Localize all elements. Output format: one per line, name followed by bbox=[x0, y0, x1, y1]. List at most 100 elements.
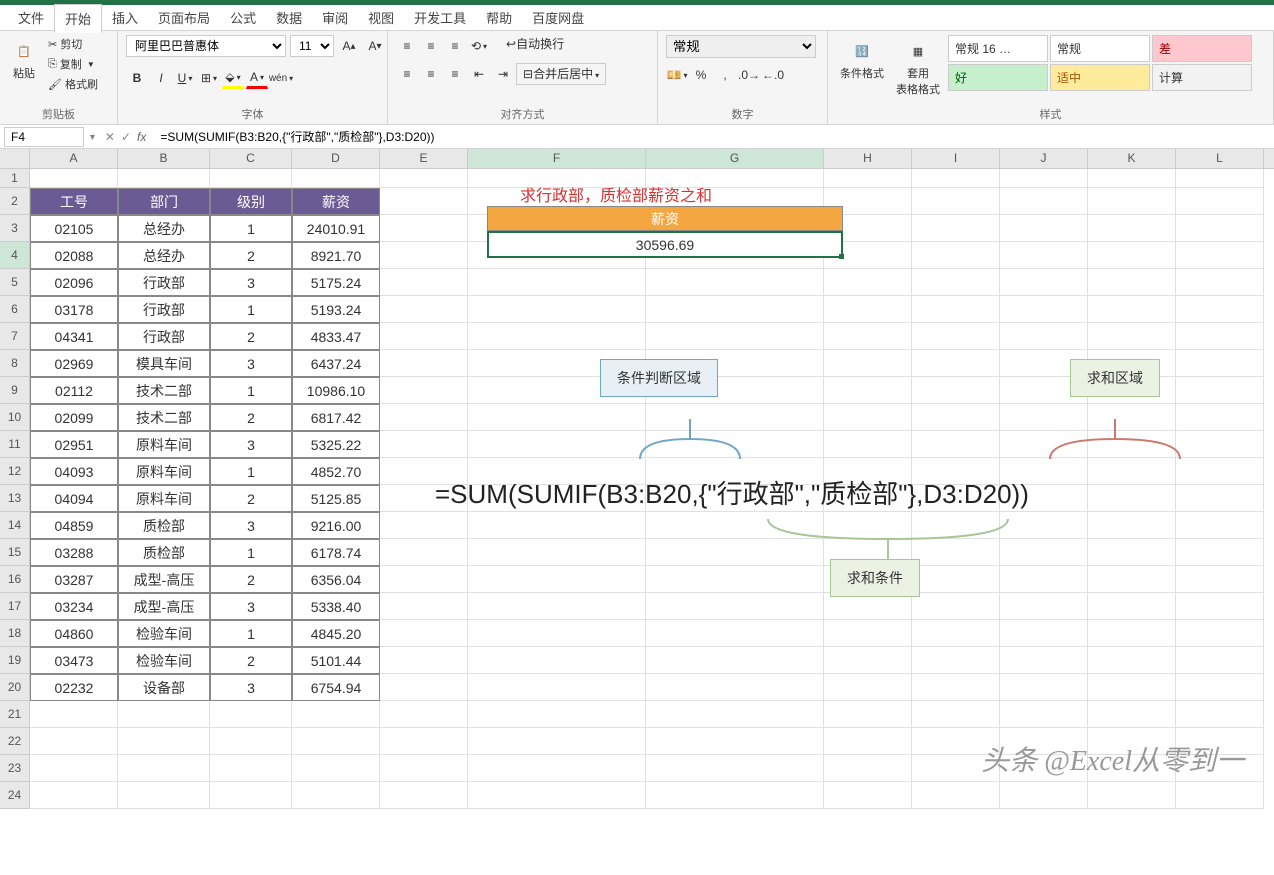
wrap-text-button[interactable]: ↩自动换行 bbox=[506, 35, 564, 57]
number-format-select[interactable]: 常规 bbox=[666, 35, 816, 58]
font-color-button[interactable]: A▾ bbox=[246, 67, 268, 89]
copy-button[interactable]: ⎘复制▼ bbox=[44, 55, 102, 73]
name-box[interactable] bbox=[4, 127, 84, 147]
comma-button[interactable]: , bbox=[714, 64, 736, 86]
conditional-format-button[interactable]: 🔢条件格式 bbox=[836, 35, 888, 85]
font-size-select[interactable]: 11 bbox=[290, 35, 334, 57]
col-G[interactable]: G bbox=[646, 149, 824, 168]
menu-file[interactable]: 文件 bbox=[8, 4, 54, 31]
menubar: 文件 开始 插入 页面布局 公式 数据 审阅 视图 开发工具 帮助 百度网盘 bbox=[0, 5, 1274, 31]
watermark: 头条 @Excel从零到一 bbox=[981, 739, 1244, 779]
style-normal[interactable]: 常规 bbox=[1050, 35, 1150, 62]
increase-font-button[interactable]: A▴ bbox=[338, 35, 360, 57]
wrap-icon: ↩ bbox=[506, 37, 516, 51]
summary-header: 薪资 bbox=[487, 206, 843, 231]
menu-help[interactable]: 帮助 bbox=[476, 4, 522, 31]
font-label: 字体 bbox=[126, 104, 379, 122]
orientation-button[interactable]: ⟲▾ bbox=[468, 35, 490, 57]
style-good[interactable]: 好 bbox=[948, 64, 1048, 91]
align-label: 对齐方式 bbox=[396, 104, 649, 122]
ribbon: 📋 粘贴 ✂剪切 ⎘复制▼ 🖌格式刷 剪贴板 阿里巴巴普惠体 11 A▴ A▾ … bbox=[0, 31, 1274, 125]
menu-data[interactable]: 数据 bbox=[266, 4, 312, 31]
cond-format-icon: 🔢 bbox=[850, 39, 874, 63]
fx-icon[interactable]: fx bbox=[137, 130, 146, 144]
enter-icon[interactable]: ✓ bbox=[121, 130, 131, 144]
annot-criteria-range: 条件判断区域 bbox=[600, 359, 718, 397]
format-painter-button[interactable]: 🖌格式刷 bbox=[44, 75, 102, 93]
merge-center-button[interactable]: ⊟合并后居中▾ bbox=[516, 63, 606, 85]
paste-button[interactable]: 📋 粘贴 bbox=[8, 35, 40, 85]
underline-button[interactable]: U▾ bbox=[174, 67, 196, 89]
paste-label: 粘贴 bbox=[13, 65, 35, 81]
style-normal16[interactable]: 常规 16 … bbox=[948, 35, 1048, 62]
bracket-top-left bbox=[630, 409, 750, 469]
border-button[interactable]: ⊞▾ bbox=[198, 67, 220, 89]
col-B[interactable]: B bbox=[118, 149, 210, 168]
group-styles: 🔢条件格式 ▦套用 表格格式 常规 16 … 常规 差 好 适中 计算 样式 bbox=[828, 31, 1274, 124]
font-name-select[interactable]: 阿里巴巴普惠体 bbox=[126, 35, 286, 57]
worksheet: A B C D E F G H I J K L 12工号部门级别薪资302105… bbox=[0, 149, 1274, 809]
paste-icon: 📋 bbox=[12, 39, 36, 63]
formula-display: =SUM(SUMIF(B3:B20,{"行政部","质检部"},D3:D20)) bbox=[435, 474, 1029, 511]
decrease-font-button[interactable]: A▾ bbox=[364, 35, 386, 57]
indent-inc-button[interactable]: ⇥ bbox=[492, 63, 514, 85]
cancel-icon[interactable]: ✕ bbox=[105, 130, 115, 144]
summary-value[interactable]: 30596.69 bbox=[487, 231, 843, 258]
style-calc[interactable]: 计算 bbox=[1152, 64, 1252, 91]
summary-title: 求行政部，质检部薪资之和 bbox=[520, 182, 712, 206]
col-D[interactable]: D bbox=[292, 149, 380, 168]
formula-input[interactable] bbox=[154, 128, 1274, 146]
currency-button[interactable]: 💴▾ bbox=[666, 64, 688, 86]
cut-button[interactable]: ✂剪切 bbox=[44, 35, 102, 53]
col-A[interactable]: A bbox=[30, 149, 118, 168]
clipboard-label: 剪贴板 bbox=[8, 104, 109, 122]
col-C[interactable]: C bbox=[210, 149, 292, 168]
merge-icon: ⊟ bbox=[523, 67, 533, 81]
align-top-button[interactable]: ≡ bbox=[396, 35, 418, 57]
bracket-top-right bbox=[1040, 409, 1190, 469]
group-number: 常规 💴▾ % , .0→ ←.0 数字 bbox=[658, 31, 828, 124]
styles-label: 样式 bbox=[836, 104, 1265, 122]
align-right-button[interactable]: ≡ bbox=[444, 63, 466, 85]
col-H[interactable]: H bbox=[824, 149, 912, 168]
percent-button[interactable]: % bbox=[690, 64, 712, 86]
align-left-button[interactable]: ≡ bbox=[396, 63, 418, 85]
copy-icon: ⎘ bbox=[48, 58, 57, 71]
fill-color-button[interactable]: ⬙▾ bbox=[222, 67, 244, 89]
col-J[interactable]: J bbox=[1000, 149, 1088, 168]
group-font: 阿里巴巴普惠体 11 A▴ A▾ B I U▾ ⊞▾ ⬙▾ A▾ wén▾ 字体 bbox=[118, 31, 388, 124]
bracket-bottom bbox=[758, 509, 1018, 569]
table-icon: ▦ bbox=[906, 39, 930, 63]
col-I[interactable]: I bbox=[912, 149, 1000, 168]
menu-layout[interactable]: 页面布局 bbox=[148, 4, 220, 31]
menu-dev[interactable]: 开发工具 bbox=[404, 4, 476, 31]
align-center-button[interactable]: ≡ bbox=[420, 63, 442, 85]
table-format-button[interactable]: ▦套用 表格格式 bbox=[892, 35, 944, 101]
scissors-icon: ✂ bbox=[48, 38, 57, 51]
group-clipboard: 📋 粘贴 ✂剪切 ⎘复制▼ 🖌格式刷 剪贴板 bbox=[0, 31, 118, 124]
phonetic-button[interactable]: wén▾ bbox=[270, 67, 292, 89]
decrease-decimal-button[interactable]: ←.0 bbox=[762, 64, 784, 86]
indent-dec-button[interactable]: ⇤ bbox=[468, 63, 490, 85]
brush-icon: 🖌 bbox=[48, 78, 62, 91]
menu-view[interactable]: 视图 bbox=[358, 4, 404, 31]
style-bad[interactable]: 差 bbox=[1152, 35, 1252, 62]
menu-review[interactable]: 审阅 bbox=[312, 4, 358, 31]
italic-button[interactable]: I bbox=[150, 67, 172, 89]
col-F[interactable]: F bbox=[468, 149, 646, 168]
col-L[interactable]: L bbox=[1176, 149, 1264, 168]
increase-decimal-button[interactable]: .0→ bbox=[738, 64, 760, 86]
col-K[interactable]: K bbox=[1088, 149, 1176, 168]
bold-button[interactable]: B bbox=[126, 67, 148, 89]
formula-bar: ▼ ✕ ✓ fx bbox=[0, 125, 1274, 149]
align-bottom-button[interactable]: ≡ bbox=[444, 35, 466, 57]
col-E[interactable]: E bbox=[380, 149, 468, 168]
select-all-corner[interactable] bbox=[0, 149, 30, 168]
align-middle-button[interactable]: ≡ bbox=[420, 35, 442, 57]
menu-baidu[interactable]: 百度网盘 bbox=[522, 4, 594, 31]
style-neutral[interactable]: 适中 bbox=[1050, 64, 1150, 91]
number-label: 数字 bbox=[666, 104, 819, 122]
menu-formula[interactable]: 公式 bbox=[220, 4, 266, 31]
menu-home[interactable]: 开始 bbox=[54, 4, 102, 33]
menu-insert[interactable]: 插入 bbox=[102, 4, 148, 31]
